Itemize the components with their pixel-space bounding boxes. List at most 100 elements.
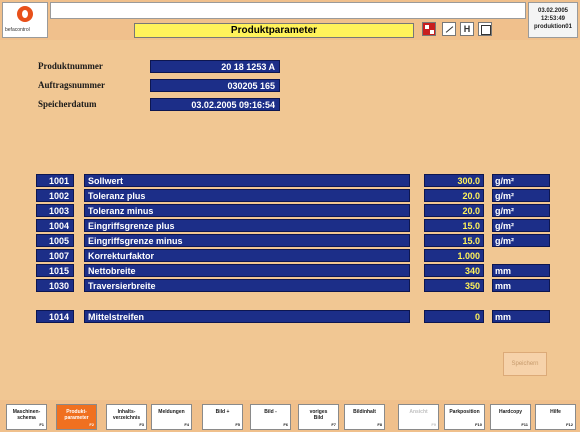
fkey-hardcopy[interactable]: Hardcopy F11 (490, 404, 531, 430)
time-text: 12:53:49 (540, 16, 566, 22)
param-value[interactable]: 15.0 (424, 234, 484, 247)
param-number: 1005 (36, 234, 74, 247)
param-number: 1002 (36, 189, 74, 202)
fkey-number: F11 (521, 422, 528, 427)
param-unit: g/m² (492, 174, 550, 187)
param-name: Toleranz plus (84, 189, 410, 202)
param-unit: mm (492, 264, 550, 277)
help-icon[interactable]: H (460, 22, 474, 36)
save-button[interactable]: Speichern (503, 352, 547, 376)
fkey-number: F1 (39, 422, 44, 427)
fkey-label: Meldungen (158, 409, 185, 415)
param-unit: mm (492, 279, 550, 292)
param-name: Eingriffsgrenze minus (84, 234, 410, 247)
fkey-image-plus[interactable]: Bild + F5 (202, 404, 243, 430)
param-value[interactable]: 300.0 (424, 174, 484, 187)
param-unit: g/m² (492, 234, 550, 247)
fkey-number: F2 (89, 422, 94, 427)
save-date-label: Speicherdatum (38, 99, 97, 109)
param-name: Traversierbreite (84, 279, 410, 292)
param-row: 1003 Toleranz minus 20.0 g/m² (0, 204, 580, 217)
param-name: Toleranz minus (84, 204, 410, 217)
edit-icon[interactable] (442, 22, 456, 36)
fkey-label: Ansicht (409, 409, 428, 415)
param-row: 1007 Korrekturfaktor 1.000 (0, 249, 580, 262)
fkey-number: F9 (431, 422, 436, 427)
param-number: 1003 (36, 204, 74, 217)
param-value[interactable]: 340 (424, 264, 484, 277)
param-row: 1005 Eingriffsgrenze minus 15.0 g/m² (0, 234, 580, 247)
fkey-label: Bild (313, 415, 324, 421)
status-box: 03.02.2005 12:53:49 produktion01 (528, 2, 578, 38)
alarm-icon[interactable] (422, 22, 436, 36)
param-value[interactable]: 1.000 (424, 249, 484, 262)
fkey-label: Bild - (264, 409, 277, 415)
fkey-number: F7 (331, 422, 336, 427)
param-number: 1014 (36, 310, 74, 323)
fkey-label: schema (17, 415, 36, 421)
order-number-value: 030205 165 (150, 79, 280, 92)
param-name: Eingriffsgrenze plus (84, 219, 410, 232)
header: befacontrol Produktparameter H 03.02.200… (0, 0, 580, 40)
function-key-bar: Maschinen- schema F1 Produkt- parameter … (0, 400, 580, 432)
param-value[interactable]: 350 (424, 279, 484, 292)
product-number-label: Produktnummer (38, 61, 103, 71)
param-number: 1007 (36, 249, 74, 262)
product-number-value: 20 18 1253 A (150, 60, 280, 73)
param-value[interactable]: 20.0 (424, 204, 484, 217)
param-row: 1014 Mittelstreifen 0 mm (0, 310, 580, 323)
fkey-label: verzeichnis (112, 415, 141, 421)
fkey-label: parameter (64, 415, 89, 421)
fkey-help[interactable]: Hilfe F12 (535, 404, 576, 430)
message-bar (50, 2, 526, 19)
param-value[interactable]: 15.0 (424, 219, 484, 232)
page-title: Produktparameter (134, 23, 414, 38)
param-value[interactable]: 0 (424, 310, 484, 323)
fkey-image-minus[interactable]: Bild - F6 (250, 404, 291, 430)
param-row: 1001 Sollwert 300.0 g/m² (0, 174, 580, 187)
fkey-number: F6 (283, 422, 288, 427)
param-unit: g/m² (492, 204, 550, 217)
param-name: Nettobreite (84, 264, 410, 277)
fkey-label: Hardcopy (498, 409, 523, 415)
fkey-image-content[interactable]: Bildinhalt F8 (344, 404, 385, 430)
logo-icon (17, 6, 33, 22)
save-date-value: 03.02.2005 09:16:54 (150, 98, 280, 111)
fkey-label: Bildinhalt (353, 409, 376, 415)
param-number: 1030 (36, 279, 74, 292)
fkey-number: F5 (235, 422, 240, 427)
fkey-label: Hilfe (550, 409, 561, 415)
document-icon[interactable] (478, 22, 492, 36)
fkey-previous-image[interactable]: voriges Bild F7 (298, 404, 339, 430)
fkey-number: F3 (139, 422, 144, 427)
fkey-view[interactable]: Ansicht F9 (398, 404, 439, 430)
user-text: produktion01 (533, 24, 572, 30)
param-unit: mm (492, 310, 550, 323)
logo-text: befacontrol (5, 27, 30, 33)
param-number: 1001 (36, 174, 74, 187)
param-name: Korrekturfaktor (84, 249, 410, 262)
param-row: 1004 Eingriffsgrenze plus 15.0 g/m² (0, 219, 580, 232)
fkey-label: Parkposition (449, 409, 480, 415)
param-name: Sollwert (84, 174, 410, 187)
fkey-number: F8 (377, 422, 382, 427)
fkey-messages[interactable]: Meldungen F4 (151, 404, 192, 430)
fkey-number: F10 (475, 422, 482, 427)
order-number-label: Auftragsnummer (38, 80, 105, 90)
param-name: Mittelstreifen (84, 310, 410, 323)
param-row: 1015 Nettobreite 340 mm (0, 264, 580, 277)
param-row: 1002 Toleranz plus 20.0 g/m² (0, 189, 580, 202)
param-unit: g/m² (492, 189, 550, 202)
fkey-table-of-contents[interactable]: Inhalts- verzeichnis F3 (106, 404, 147, 430)
fkey-number: F4 (184, 422, 189, 427)
param-row: 1030 Traversierbreite 350 mm (0, 279, 580, 292)
logo: befacontrol (2, 2, 48, 38)
param-value[interactable]: 20.0 (424, 189, 484, 202)
param-unit: g/m² (492, 219, 550, 232)
fkey-label: Bild + (215, 409, 230, 415)
fkey-park-position[interactable]: Parkposition F10 (444, 404, 485, 430)
date-text: 03.02.2005 (537, 8, 569, 14)
param-number: 1004 (36, 219, 74, 232)
fkey-product-parameter[interactable]: Produkt- parameter F2 (56, 404, 97, 430)
fkey-machine-schema[interactable]: Maschinen- schema F1 (6, 404, 47, 430)
